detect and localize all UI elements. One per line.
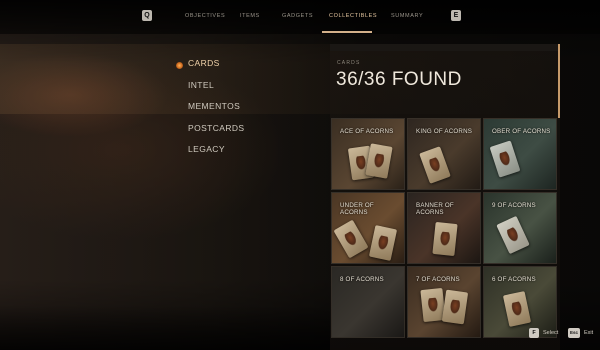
card-tile[interactable]: UNDER OF ACORNS [331,192,405,264]
tab-collectibles[interactable]: COLLECTIBLES [329,13,377,19]
panel-scrollbar[interactable] [558,44,560,118]
tab-items[interactable]: ITEMS [240,13,260,19]
card-name: UNDER OF ACORNS [340,202,374,217]
active-tab-indicator [322,31,372,33]
card-tile[interactable]: 6 OF ACORNS [483,266,557,338]
select-key[interactable]: F [529,328,539,338]
next-tab-key[interactable]: E [451,10,461,21]
card-tile[interactable]: 9 OF ACORNS [483,192,557,264]
card-tile[interactable]: OBER OF ACORNS [483,118,557,190]
card-name: BANNER OF ACORNS [416,202,454,217]
card-name: 6 OF ACORNS [492,276,536,283]
playing-card-icon [432,221,458,257]
select-label: Select [543,330,559,336]
prev-tab-key[interactable]: Q [142,10,152,21]
card-tile[interactable]: BANNER OF ACORNS [407,192,481,264]
exit-key[interactable]: Esc [568,328,580,338]
selection-dot-icon [176,62,183,69]
top-tab-bar: Q OBJECTIVES ITEMS GADGETS COLLECTIBLES … [0,0,600,34]
tab-gadgets[interactable]: GADGETS [282,13,313,19]
tab-objectives[interactable]: OBJECTIVES [185,13,225,19]
card-tile[interactable]: 8 OF ACORNS [331,266,405,338]
card-name: 7 OF ACORNS [416,276,460,283]
card-name: 8 OF ACORNS [340,276,384,283]
card-name: OBER OF ACORNS [492,128,551,135]
section-label: CARDS [337,60,361,66]
background-floor-shadow [0,305,330,350]
card-name: KING OF ACORNS [416,128,473,135]
found-counter: 36/36 FOUND [336,69,462,90]
panel-header-strip [330,44,560,51]
card-tile[interactable]: ACE OF ACORNS [331,118,405,190]
category-legacy[interactable]: LEGACY [188,144,225,154]
card-tile[interactable]: KING OF ACORNS [407,118,481,190]
category-mementos[interactable]: MEMENTOS [188,101,240,111]
category-cards[interactable]: CARDS [188,58,220,68]
tab-summary[interactable]: SUMMARY [391,13,423,19]
category-postcards[interactable]: POSTCARDS [188,123,245,133]
card-name: 9 OF ACORNS [492,202,536,209]
playing-card-icon [441,289,469,325]
exit-label: Exit [584,330,594,336]
category-intel[interactable]: INTEL [188,80,214,90]
card-name: ACE OF ACORNS [340,128,394,135]
card-tile[interactable]: 7 OF ACORNS [407,266,481,338]
